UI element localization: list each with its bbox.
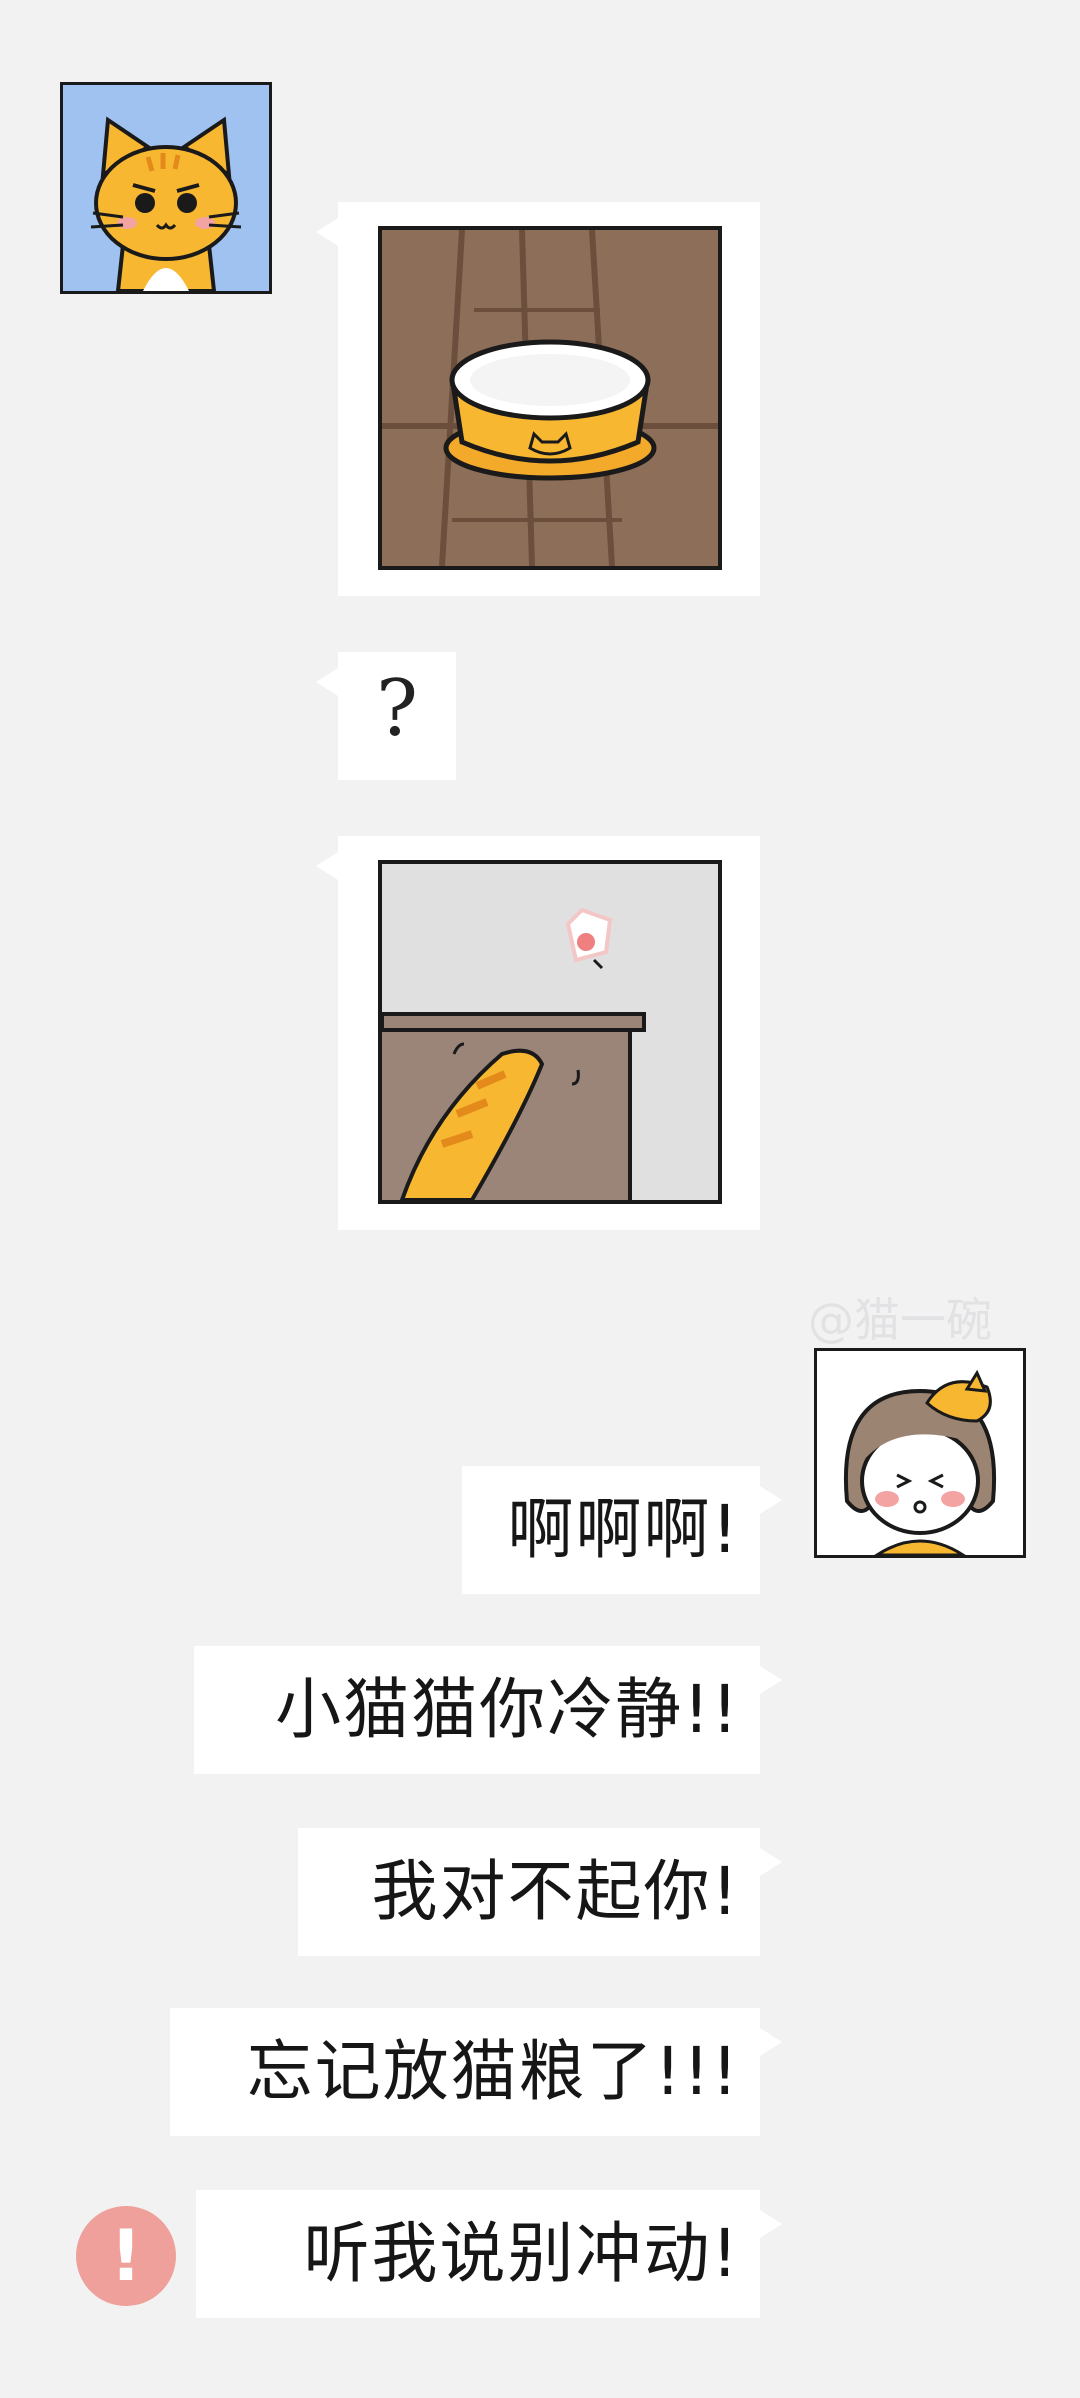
message-bubble-2[interactable]: 小猫猫你冷静!! [194, 1646, 782, 1774]
message-text: 小猫猫你冷静!! [275, 1671, 740, 1748]
message-text: 忘记放猫粮了!!! [246, 2033, 740, 2110]
message-text: 听我说别冲动! [303, 2215, 740, 2292]
cat-paw-image [378, 860, 722, 1204]
message-text: 我对不起你! [371, 1853, 740, 1930]
girl-avatar[interactable] [814, 1348, 1026, 1558]
cat-bowl-image [378, 226, 722, 570]
watermark: @猫一碗 [808, 1293, 992, 1347]
image-message-cat-paw[interactable] [316, 836, 760, 1230]
girl-with-cat-icon [844, 1369, 996, 1555]
exclamation-alert-icon[interactable]: ! [76, 2206, 176, 2306]
message-text: 啊啊啊! [507, 1491, 740, 1568]
orange-cat-icon [90, 116, 242, 291]
question-mark-message[interactable]: ? [316, 652, 456, 780]
message-bubble-5[interactable]: 听我说别冲动! [196, 2190, 782, 2318]
question-mark-text: ? [376, 664, 418, 754]
message-bubble-3[interactable]: 我对不起你! [298, 1828, 782, 1956]
message-bubble-4[interactable]: 忘记放猫粮了!!! [170, 2008, 782, 2136]
cat-avatar[interactable] [60, 82, 272, 294]
image-message-cat-bowl[interactable] [316, 202, 760, 596]
message-bubble-1[interactable]: 啊啊啊! [462, 1466, 782, 1594]
